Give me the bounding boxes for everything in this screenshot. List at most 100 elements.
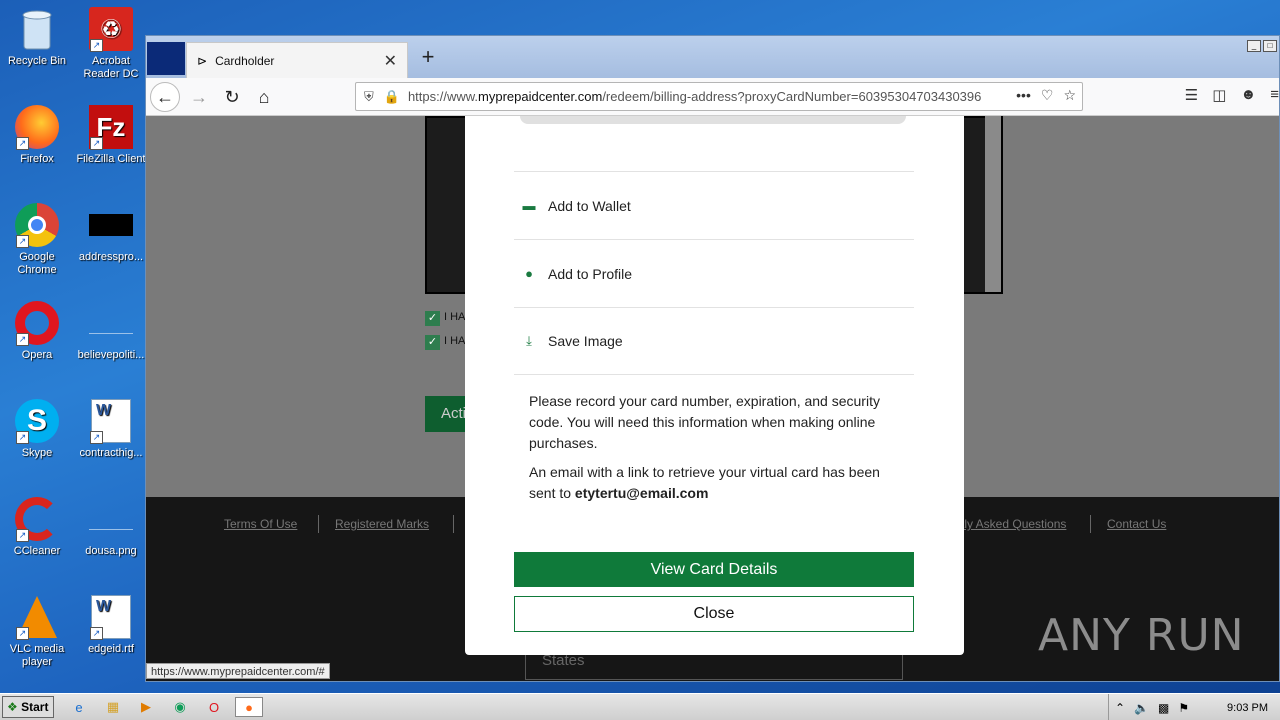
taskbar-firefox-icon[interactable]: ● [235,697,263,717]
taskbar: ❖ Start e ▦ ▶ ◉ O ● ⌃ 🔈 ▩ ⚑ 9:03 PM [0,693,1280,720]
desktop-icon-vlc[interactable]: ↗ VLC media player [0,594,74,669]
reload-button[interactable]: ↻ [217,82,247,112]
network-icon[interactable]: ▩ [1158,701,1169,715]
acrobat-icon: ♽ ↗ [88,6,134,52]
desktop-icon-label: VLC media player [9,643,65,668]
desktop-icon-chrome[interactable]: ↗ Google Chrome [0,202,74,277]
tab-close-icon[interactable]: ✕ [384,51,397,71]
file-icon [88,202,134,248]
footer-link-contact[interactable]: Contact Us [1107,517,1166,531]
page-content: ✓ I HA ✓ I HA Acti Terms Of Use Register… [146,116,1279,681]
toolbar-right: ☰ ◫ ☻ ≡ [1185,86,1279,104]
download-icon: ⤓ [526,333,532,348]
desktop-icon-label: believepoliti... [77,349,145,361]
agree-checkbox-1[interactable]: ✓ [425,311,440,326]
filezilla-icon: Fz ↗ [88,104,134,150]
desktop-icon-label: Acrobat Reader DC [83,55,139,80]
word-document-icon: W ↗ [88,594,134,640]
url-path: /redeem/billing-address?proxyCardNumber=… [602,89,982,104]
desktop-icon-label: Firefox [20,153,54,165]
footer-link-terms[interactable]: Terms Of Use [224,517,297,531]
desktop-icon-believepoliti[interactable]: believepoliti... [74,300,148,362]
word-document-icon: W ↗ [88,398,134,444]
add-to-wallet-label: Add to Wallet [548,197,631,214]
arrow-right-icon: → [190,86,208,107]
footer-divider [318,515,319,533]
footer-link-faq[interactable]: tly Asked Questions [961,517,1066,531]
clock[interactable]: 9:03 PM [1227,702,1268,714]
desktop-icon-edgeid[interactable]: W ↗ edgeid.rtf [74,594,148,656]
desktop-icon-label: Recycle Bin [7,55,67,67]
desktop-icon-filezilla[interactable]: Fz ↗ FileZilla Client [74,104,148,166]
user-icon: ● [525,266,533,281]
system-tray: ⌃ 🔈 ▩ ⚑ 9:03 PM [1108,694,1280,720]
footer-divider [453,515,454,533]
desktop-icon-addresspro[interactable]: addresspro... [74,202,148,264]
bookmark-star-icon[interactable]: ☆ [1063,87,1076,104]
wallet-icon: ▬ [522,198,536,213]
taskbar-media-player-icon[interactable]: ▶ [135,697,157,717]
view-card-details-button[interactable]: View Card Details [514,552,914,587]
maximize-button[interactable]: □ [1263,40,1277,52]
url-prefix: https://www. [407,89,479,104]
home-button[interactable]: ⌂ [249,82,279,112]
back-button[interactable]: ← [150,82,180,112]
menu-icon[interactable]: ≡ [1270,86,1279,104]
new-tab-button[interactable]: + [416,46,440,70]
tray-expand-icon[interactable]: ⌃ [1115,701,1125,715]
taskbar-explorer-icon[interactable]: ▦ [102,697,124,717]
file-icon [88,300,134,346]
terms-scrollbar[interactable] [985,116,1001,292]
reload-icon: ↻ [224,86,240,107]
desktop-icon-recycle-bin[interactable]: Recycle Bin [0,6,74,68]
desktop-icon-label: CCleaner [13,545,61,557]
add-to-profile-option[interactable]: ● Add to Profile [514,239,914,307]
account-icon[interactable]: ☻ [1240,86,1256,104]
action-center-flag-icon[interactable]: ⚑ [1178,701,1189,715]
footer-link-registered-marks[interactable]: Registered Marks [335,517,429,531]
ccleaner-icon: ↗ [14,496,60,542]
record-card-message: Please record your card number, expirati… [529,393,880,451]
taskbar-ie-icon[interactable]: e [68,697,90,717]
desktop-icon-label: contracthig... [79,447,143,459]
window-controls: _ □ [1247,40,1277,52]
image-file-icon [88,496,134,542]
taskbar-opera-icon[interactable]: O [203,697,225,717]
modal-top-edge [520,116,906,124]
desktop-icon-contracthig[interactable]: W ↗ contracthig... [74,398,148,460]
add-to-wallet-option[interactable]: ▬ Add to Wallet [514,171,914,239]
pocket-icon[interactable]: ♡ [1041,87,1054,104]
desktop-icon-acrobat[interactable]: ♽ ↗ Acrobat Reader DC [74,6,148,81]
start-button[interactable]: ❖ Start [2,696,54,718]
library-icon[interactable]: ☰ [1185,86,1198,104]
taskbar-chrome-icon[interactable]: ◉ [169,697,191,717]
save-image-option[interactable]: ⤓ Save Image [514,307,914,375]
desktop-icon-label: Google Chrome [17,251,57,276]
arrow-left-icon: ← [156,86,174,107]
tab-cardholder[interactable]: ⊳ Cardholder ✕ [186,42,408,78]
skype-icon: S ↗ [14,398,60,444]
shield-icon: ⛨ [364,88,374,104]
more-actions-icon[interactable]: ••• [1016,87,1031,104]
browser-window: ⊳ Cardholder ✕ + _ □ ← → ↻ ⌂ ⛨ 🔒 https:/… [145,35,1280,682]
agree-checkbox-2-label: I HA [444,335,466,347]
navigation-bar: ← → ↻ ⌂ ⛨ 🔒 https://www. myprepaidcenter.… [146,78,1279,116]
desktop-icon-firefox[interactable]: ↗ Firefox [0,104,74,166]
forward-button[interactable]: → [184,82,214,112]
desktop-icon-dousa[interactable]: dousa.png [74,496,148,558]
desktop-icon-ccleaner[interactable]: ↗ CCleaner [0,496,74,558]
start-label: Start [21,700,49,714]
volume-icon[interactable]: 🔈 [1134,701,1149,715]
status-bar-url: https://www.myprepaidcenter.com/# [146,663,330,679]
url-bar[interactable]: ⛨ 🔒 https://www. myprepaidcenter.com/rede… [355,82,1083,111]
footer-divider [1090,515,1091,533]
desktop-icon-opera[interactable]: ↗ Opera [0,300,74,362]
desktop-icon-label: Opera [21,349,53,361]
email-address: etytertu@email.com [574,485,709,501]
minimize-button[interactable]: _ [1247,40,1261,52]
close-button[interactable]: Close [514,596,914,632]
sidebar-icon[interactable]: ◫ [1212,86,1226,104]
desktop-icon-skype[interactable]: S ↗ Skype [0,398,74,460]
add-to-profile-label: Add to Profile [548,265,633,282]
agree-checkbox-2[interactable]: ✓ [425,335,440,350]
